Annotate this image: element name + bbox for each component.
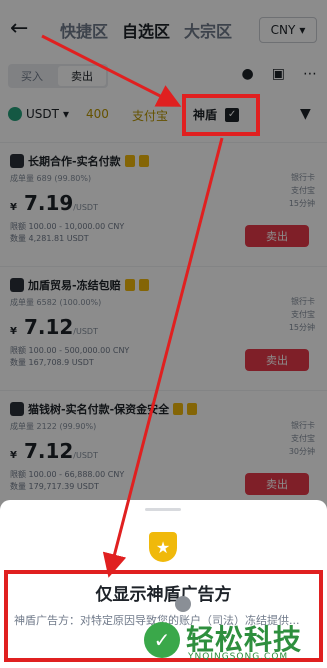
watermark-url: YNQINGSONG.COM xyxy=(188,652,289,662)
shield-star-icon: ★ xyxy=(149,532,177,562)
sheet-handle[interactable] xyxy=(145,508,181,511)
watermark-logo-icon: ✓ xyxy=(144,622,180,658)
watermark: ✓ 轻松科技 YNQINGSONG.COM xyxy=(144,618,324,666)
p2p-screen: ← 快捷区 自选区 大宗区 CNY ▾ 买入 卖出 ● ▣ ⋯ USDT ▾ 4… xyxy=(0,0,327,668)
highlight-box xyxy=(182,94,260,136)
